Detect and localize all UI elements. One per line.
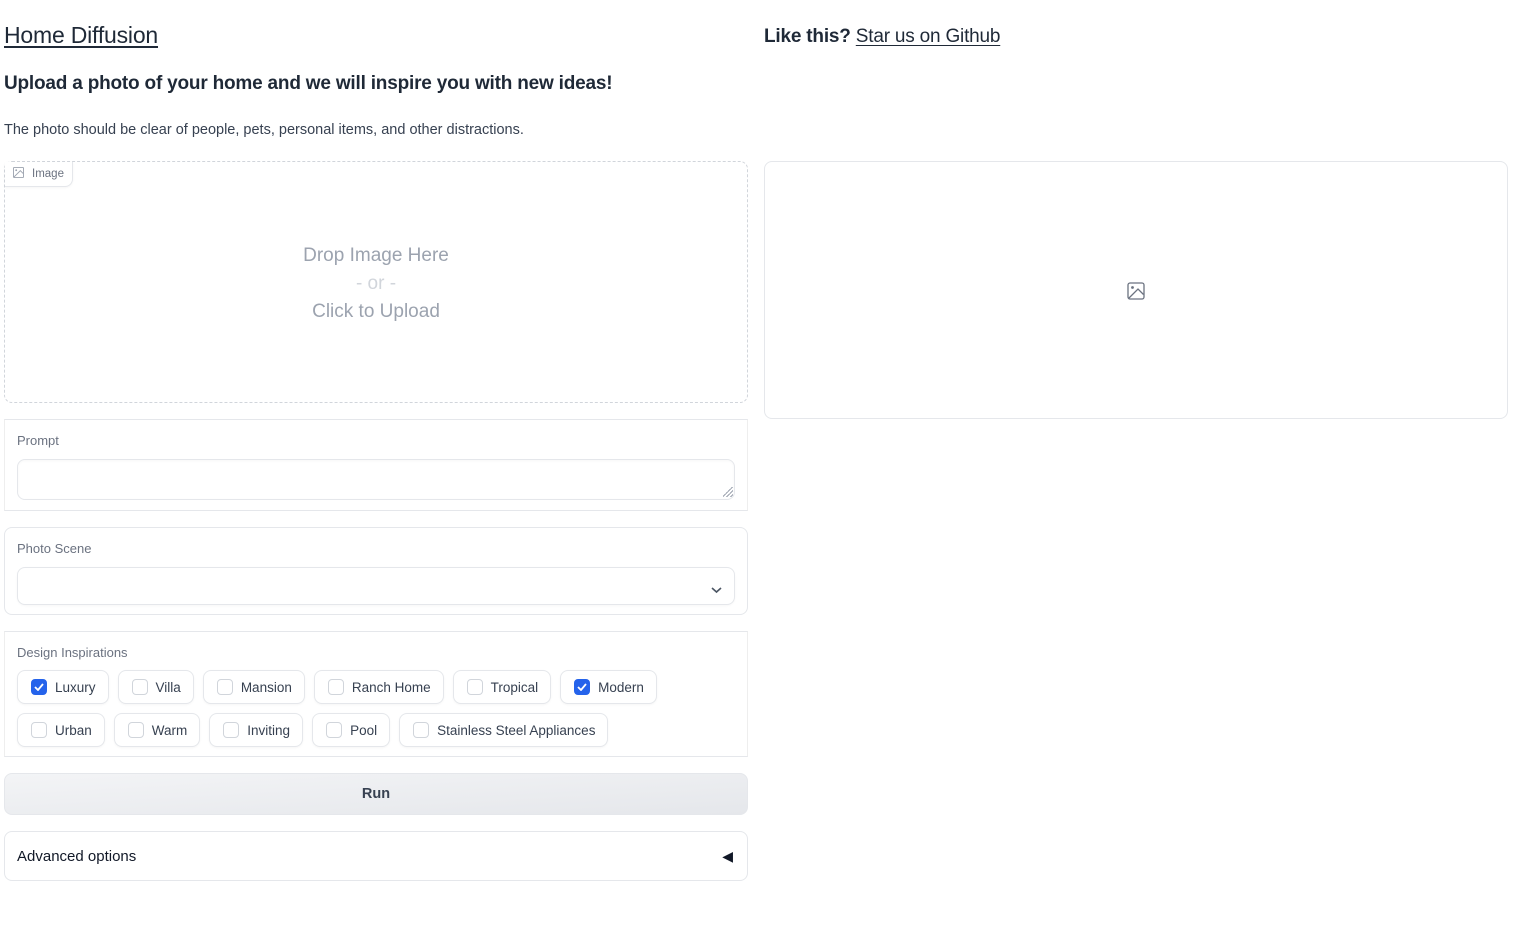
caret-left-icon[interactable]: ◀	[722, 848, 733, 865]
image-placeholder-icon	[1127, 282, 1145, 305]
prompt-label: Prompt	[17, 433, 59, 448]
image-upload-dropzone[interactable]: Image Drop Image Here - or - Click to Up…	[4, 161, 748, 403]
or-separator: - or -	[355, 273, 397, 294]
run-button[interactable]: Run	[4, 773, 748, 815]
advanced-options-accordion[interactable]: Advanced options ◀	[4, 831, 748, 881]
design-inspirations-checkbox-group: Luxury Villa Mansion Ranch Home Tropical Mode…	[17, 670, 739, 747]
image-field-label: Image	[5, 162, 73, 187]
design-option-label: Tropical	[490, 679, 539, 695]
design-option-label: Stainless Steel Appliances	[437, 722, 596, 738]
design-option-warm[interactable]: Warm	[113, 713, 201, 747]
checkbox[interactable]	[31, 722, 47, 738]
checkbox[interactable]	[216, 679, 233, 695]
page: Home Diffusion Upload a photo of your ho…	[0, 0, 1531, 947]
checkbox[interactable]	[326, 722, 343, 738]
click-to-upload-text: Click to Upload	[312, 301, 440, 322]
app-title-link[interactable]: Home Diffusion	[4, 22, 158, 49]
design-option-label: Modern	[598, 679, 644, 695]
resize-handle-icon[interactable]	[723, 487, 733, 497]
checkmark-icon	[577, 683, 587, 691]
design-option-villa[interactable]: Villa	[117, 670, 194, 704]
design-inspirations-label: Design Inspirations	[17, 645, 128, 660]
upload-instructions: Drop Image Here - or - Click to Upload	[5, 242, 747, 326]
prompt-block: Prompt	[4, 419, 748, 511]
prompt-input[interactable]	[17, 459, 735, 500]
design-option-label: Warm	[151, 722, 188, 738]
page-description: The photo should be clear of people, pet…	[4, 122, 524, 138]
checkbox[interactable]	[131, 679, 148, 695]
design-option-label: Inviting	[247, 722, 291, 738]
checkbox[interactable]	[127, 722, 144, 738]
design-option-label: Luxury	[55, 679, 96, 695]
design-option-modern[interactable]: Modern	[560, 670, 657, 704]
chevron-down-icon[interactable]	[711, 581, 722, 599]
checkbox[interactable]	[413, 722, 430, 738]
checkmark-icon	[34, 683, 44, 691]
design-option-tropical[interactable]: Tropical	[452, 670, 552, 704]
design-option-label: Mansion	[240, 679, 292, 695]
design-option-inviting[interactable]: Inviting	[209, 713, 304, 747]
checkbox-checked[interactable]	[574, 679, 591, 695]
design-inspirations-block: Design Inspirations Luxury Villa Mansion Ra…	[4, 631, 748, 757]
checkbox-checked[interactable]	[31, 679, 47, 695]
output-image-panel	[764, 161, 1508, 419]
github-star-link[interactable]: Star us on Github	[856, 26, 1001, 47]
photo-scene-label: Photo Scene	[17, 541, 92, 556]
image-icon	[13, 167, 24, 181]
design-option-ranch-home[interactable]: Ranch Home	[313, 670, 444, 704]
design-option-mansion[interactable]: Mansion	[202, 670, 305, 704]
design-option-pool[interactable]: Pool	[312, 713, 391, 747]
design-option-luxury[interactable]: Luxury	[17, 670, 109, 704]
design-option-label: Villa	[155, 679, 181, 695]
photo-scene-dropdown[interactable]	[17, 567, 735, 605]
advanced-options-label: Advanced options	[17, 848, 137, 865]
drop-image-text: Drop Image Here	[303, 245, 449, 266]
design-option-label: Ranch Home	[351, 679, 431, 695]
checkbox[interactable]	[466, 679, 483, 695]
design-option-label: Urban	[55, 722, 92, 738]
star-prefix-text: Like this?	[764, 26, 851, 47]
design-option-urban[interactable]: Urban	[17, 713, 105, 747]
design-option-stainless-steel-appliances[interactable]: Stainless Steel Appliances	[399, 713, 609, 747]
checkbox[interactable]	[327, 679, 344, 695]
checkbox[interactable]	[223, 722, 240, 738]
page-subtitle: Upload a photo of your home and we will …	[4, 73, 613, 94]
photo-scene-block: Photo Scene	[4, 527, 748, 615]
design-option-label: Pool	[350, 722, 378, 738]
github-star-line: Like this? Star us on Github	[764, 26, 1000, 48]
image-label-text: Image	[32, 168, 64, 180]
